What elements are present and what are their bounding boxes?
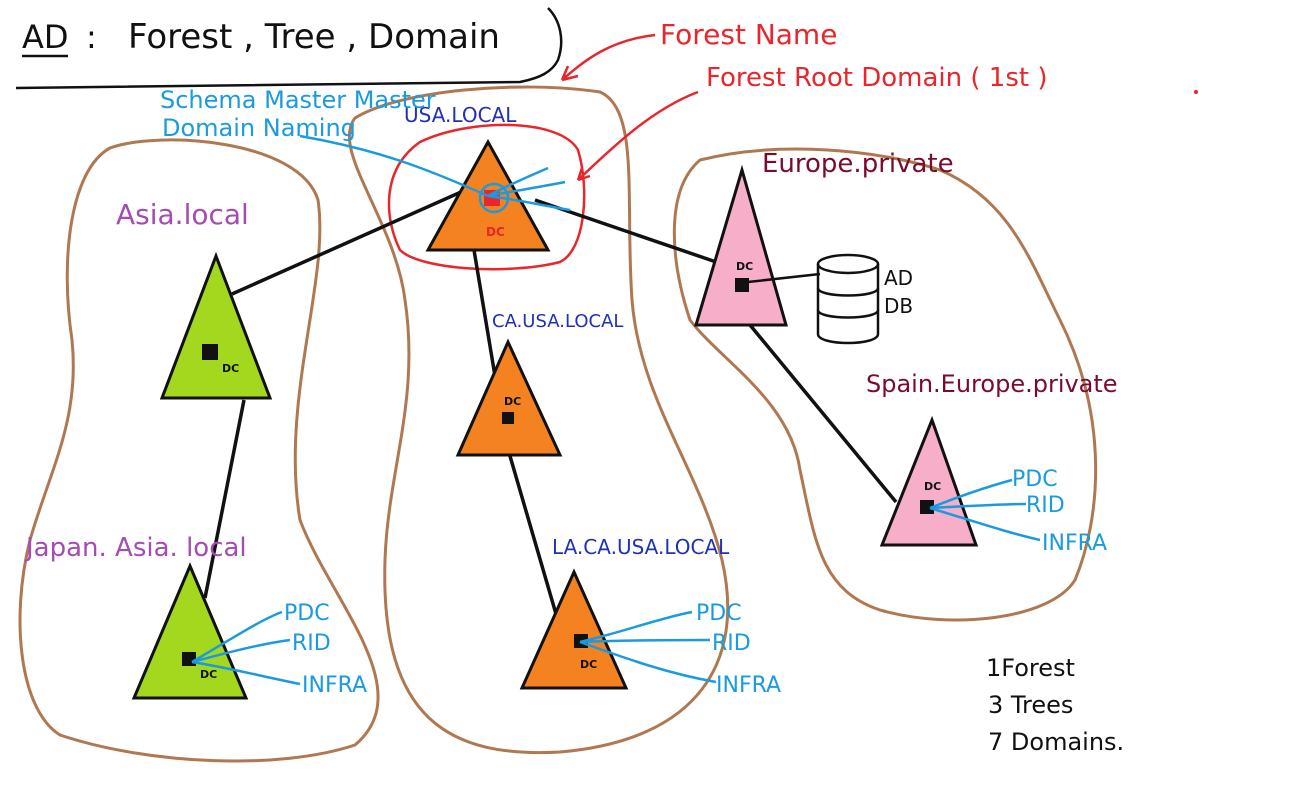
dc-label-spain: DC (924, 480, 941, 493)
root-role-lines (299, 134, 571, 212)
arrow-forest-root-domain (576, 90, 699, 182)
role-la-rid: RID (712, 631, 751, 656)
label-europe-private: Europe.private (762, 149, 954, 179)
dc-label-ca: DC (504, 395, 521, 408)
dc-label-la: DC (580, 658, 597, 671)
link-asia-japan (203, 399, 246, 599)
dc-label-europe: DC (736, 260, 753, 273)
ad-forest-diagram: AD : Forest , Tree , Domain DC DC DC DC … (15, 7, 1198, 763)
dc-label-japan: DC (200, 668, 217, 681)
role-spain-rid: RID (1026, 493, 1065, 518)
db-label-ad: AD (884, 266, 913, 290)
dc-icon-japan (182, 652, 196, 666)
triangle-europe-private (693, 164, 788, 327)
role-spain-pdc: PDC (1012, 467, 1058, 492)
label-spain-europe-private: Spain.Europe.private (866, 370, 1118, 398)
label-la-ca-usa-local: LA.CA.USA.LOCAL (552, 535, 730, 559)
dc-label-usa: DC (486, 225, 505, 239)
title-colon: : (86, 18, 97, 56)
domain-spain-europe-private: DC (879, 415, 979, 547)
domain-europe-private: DC (693, 164, 788, 327)
db-label-db: DB (884, 294, 913, 318)
summary: 1Forest 3 Trees 7 Domains. (986, 654, 1124, 756)
domain-japan-asia-local: DC (131, 562, 249, 700)
role-japan-infra: INFRA (302, 673, 367, 698)
domain-la-ca-usa-local: DC (519, 568, 629, 690)
triangle-asia-local (159, 251, 273, 400)
dc-label-asia: DC (222, 362, 239, 375)
database-icon (816, 253, 880, 345)
link-europe-spain (748, 323, 898, 504)
summary-trees: 3 Trees (988, 691, 1073, 719)
title-prefix: AD (22, 18, 69, 56)
role-domain-naming: Domain Naming (162, 114, 356, 142)
title-text: Forest , Tree , Domain (128, 17, 500, 57)
trust-links (203, 186, 898, 615)
label-japan-asia-local: Japan. Asia. local (24, 533, 247, 563)
role-la-infra: INFRA (716, 673, 781, 698)
triangle-la-ca-usa-local (519, 568, 629, 690)
role-japan-rid: RID (292, 631, 331, 656)
triangle-japan-asia-local (131, 562, 249, 700)
title-group: AD : Forest , Tree , Domain (15, 7, 563, 90)
role-schema-master: Schema Master Master (160, 86, 436, 114)
link-ca-la (508, 455, 558, 615)
summary-forest: 1Forest (986, 654, 1075, 682)
role-spain-infra: INFRA (1042, 531, 1107, 556)
dc-icon-ca (502, 412, 514, 424)
label-ca-usa-local: CA.USA.LOCAL (492, 311, 623, 332)
label-asia-local: Asia.local (116, 198, 249, 231)
summary-domains: 7 Domains. (988, 728, 1124, 756)
annotation-forest-name: Forest Name (660, 18, 837, 51)
domain-asia-local: DC (159, 251, 273, 400)
role-japan-pdc: PDC (284, 601, 330, 626)
domain-ca-usa-local: DC (455, 338, 563, 457)
annotation-dot (1194, 90, 1198, 94)
annotation-forest-root-domain: Forest Root Domain ( 1st ) (706, 63, 1047, 93)
dc-icon-asia (202, 344, 218, 360)
dc-icon-europe (735, 278, 749, 292)
role-la-pdc: PDC (696, 601, 742, 626)
arrow-forest-name (560, 33, 656, 82)
